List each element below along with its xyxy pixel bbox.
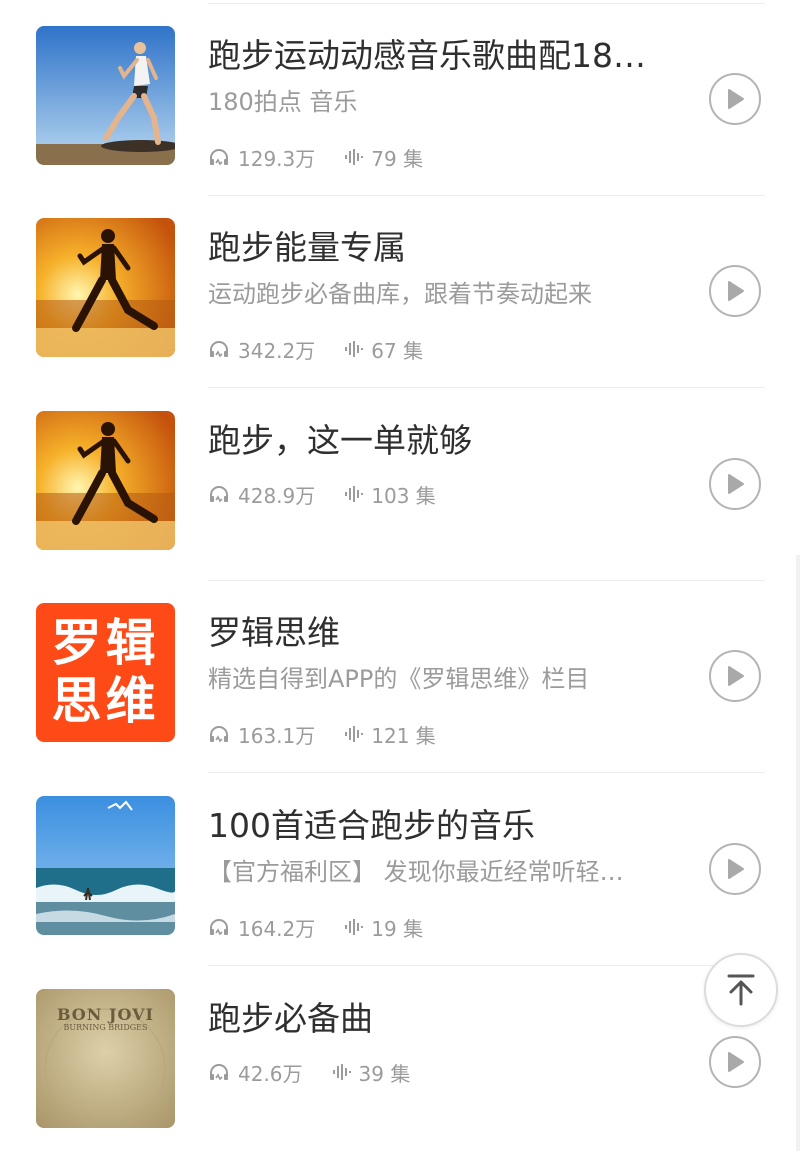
play-button[interactable]: [709, 458, 761, 510]
audio-wave-icon: [345, 486, 364, 502]
episode-count: 39 集: [331, 1058, 411, 1087]
play-button[interactable]: [709, 843, 761, 895]
episode-count-text: 19 集: [371, 916, 424, 941]
album-item[interactable]: 跑步运动动感音乐歌曲配18… 180拍点 音乐 129.3万 79 集: [0, 4, 800, 196]
episode-count: 121 集: [343, 720, 436, 749]
album-title[interactable]: 跑步，这一单就够: [208, 419, 668, 463]
headphones-icon: [210, 1064, 228, 1081]
album-cover: [36, 218, 175, 357]
play-icon: [728, 666, 744, 686]
play-count-text: 342.2万: [238, 338, 316, 363]
episode-count: 19 集: [343, 913, 423, 942]
play-icon: [728, 89, 744, 109]
album-cover: [36, 796, 175, 935]
row-divider: [208, 387, 765, 388]
album-item[interactable]: BON JOVI BURNING BRIDGES 跑步必备曲 42.6万 39 …: [0, 967, 800, 1159]
album-title[interactable]: 跑步运动动感音乐歌曲配18…: [208, 34, 668, 78]
episode-count: 67 集: [343, 335, 423, 364]
album-stats: 42.6万 39 集: [208, 1057, 438, 1087]
play-count-text: 164.2万: [238, 916, 316, 941]
row-divider: [208, 772, 765, 773]
album-cover: 罗辑 思维: [36, 603, 175, 742]
album-stats: 164.2万 19 集: [208, 912, 451, 942]
episode-count-text: 103 集: [371, 483, 436, 508]
album-stats: 428.9万 103 集: [208, 479, 464, 509]
episode-count-text: 67 集: [371, 338, 424, 363]
play-count-text: 428.9万: [238, 483, 316, 508]
episode-count-text: 79 集: [371, 146, 424, 171]
album-item[interactable]: 100首适合跑步的音乐 【官方福利区】 发现你最近经常听轻… 164.2万 19…: [0, 774, 800, 966]
headphones-icon: [210, 149, 228, 166]
album-subtitle: 【官方福利区】 发现你最近经常听轻…: [208, 858, 624, 886]
album-title[interactable]: 罗辑思维: [208, 611, 668, 655]
album-title[interactable]: 跑步能量专属: [208, 226, 668, 270]
album-subtitle: 精选自得到APP的《罗辑思维》栏目: [208, 665, 590, 693]
album-stats: 129.3万 79 集: [208, 142, 451, 172]
play-button[interactable]: [709, 1036, 761, 1088]
album-item[interactable]: 罗辑 思维 罗辑思维 精选自得到APP的《罗辑思维》栏目 163.1万 121 …: [0, 581, 800, 773]
play-icon: [728, 1052, 744, 1072]
audio-wave-icon: [345, 341, 364, 357]
scrollbar[interactable]: [796, 555, 800, 1151]
album-title[interactable]: 100首适合跑步的音乐: [208, 804, 668, 848]
play-count: 164.2万: [208, 913, 315, 942]
album-item[interactable]: 跑步能量专属 运动跑步必备曲库，跟着节奏动起来 342.2万 67 集: [0, 196, 800, 388]
audio-wave-icon: [332, 1064, 351, 1080]
headphones-icon: [210, 341, 228, 358]
headphones-icon: [210, 486, 228, 503]
album-subtitle: 180拍点 音乐: [208, 88, 358, 116]
headphones-icon: [210, 919, 228, 936]
play-count: 163.1万: [208, 720, 315, 749]
play-icon: [728, 281, 744, 301]
album-cover: [36, 26, 175, 165]
cover-text-line1: 罗辑: [51, 614, 160, 672]
play-count: 42.6万: [208, 1058, 303, 1087]
play-count: 428.9万: [208, 480, 315, 509]
play-count: 129.3万: [208, 143, 315, 172]
play-button[interactable]: [709, 73, 761, 125]
play-icon: [728, 859, 744, 879]
play-count: 342.2万: [208, 335, 315, 364]
play-count-text: 163.1万: [238, 723, 316, 748]
episode-count: 103 集: [343, 480, 436, 509]
cover-text-line2: 思维: [51, 672, 160, 730]
album-stats: 163.1万 121 集: [208, 719, 464, 749]
album-item[interactable]: 跑步，这一单就够 428.9万 103 集: [0, 389, 800, 581]
cover-text-line2: BURNING BRIDGES: [63, 1023, 148, 1032]
headphones-icon: [210, 726, 228, 743]
episode-count-text: 121 集: [371, 723, 436, 748]
back-to-top-button[interactable]: [704, 953, 778, 1027]
play-count-text: 129.3万: [238, 146, 316, 171]
audio-wave-icon: [345, 149, 364, 165]
album-cover: [36, 411, 175, 550]
play-button[interactable]: [709, 650, 761, 702]
play-icon: [728, 474, 744, 494]
album-cover: BON JOVI BURNING BRIDGES: [36, 989, 175, 1128]
audio-wave-icon: [345, 919, 364, 935]
row-divider: [208, 965, 765, 966]
play-count-text: 42.6万: [238, 1061, 303, 1086]
episode-count-text: 39 集: [358, 1061, 411, 1086]
cover-text-line1: BON JOVI: [56, 1005, 155, 1024]
album-stats: 342.2万 67 集: [208, 334, 451, 364]
play-button[interactable]: [709, 265, 761, 317]
album-title[interactable]: 跑步必备曲: [208, 997, 668, 1041]
arrow-up-to-top-icon: [727, 974, 755, 1006]
episode-count: 79 集: [343, 143, 423, 172]
album-subtitle: 运动跑步必备曲库，跟着节奏动起来: [208, 280, 592, 308]
audio-wave-icon: [345, 726, 364, 742]
